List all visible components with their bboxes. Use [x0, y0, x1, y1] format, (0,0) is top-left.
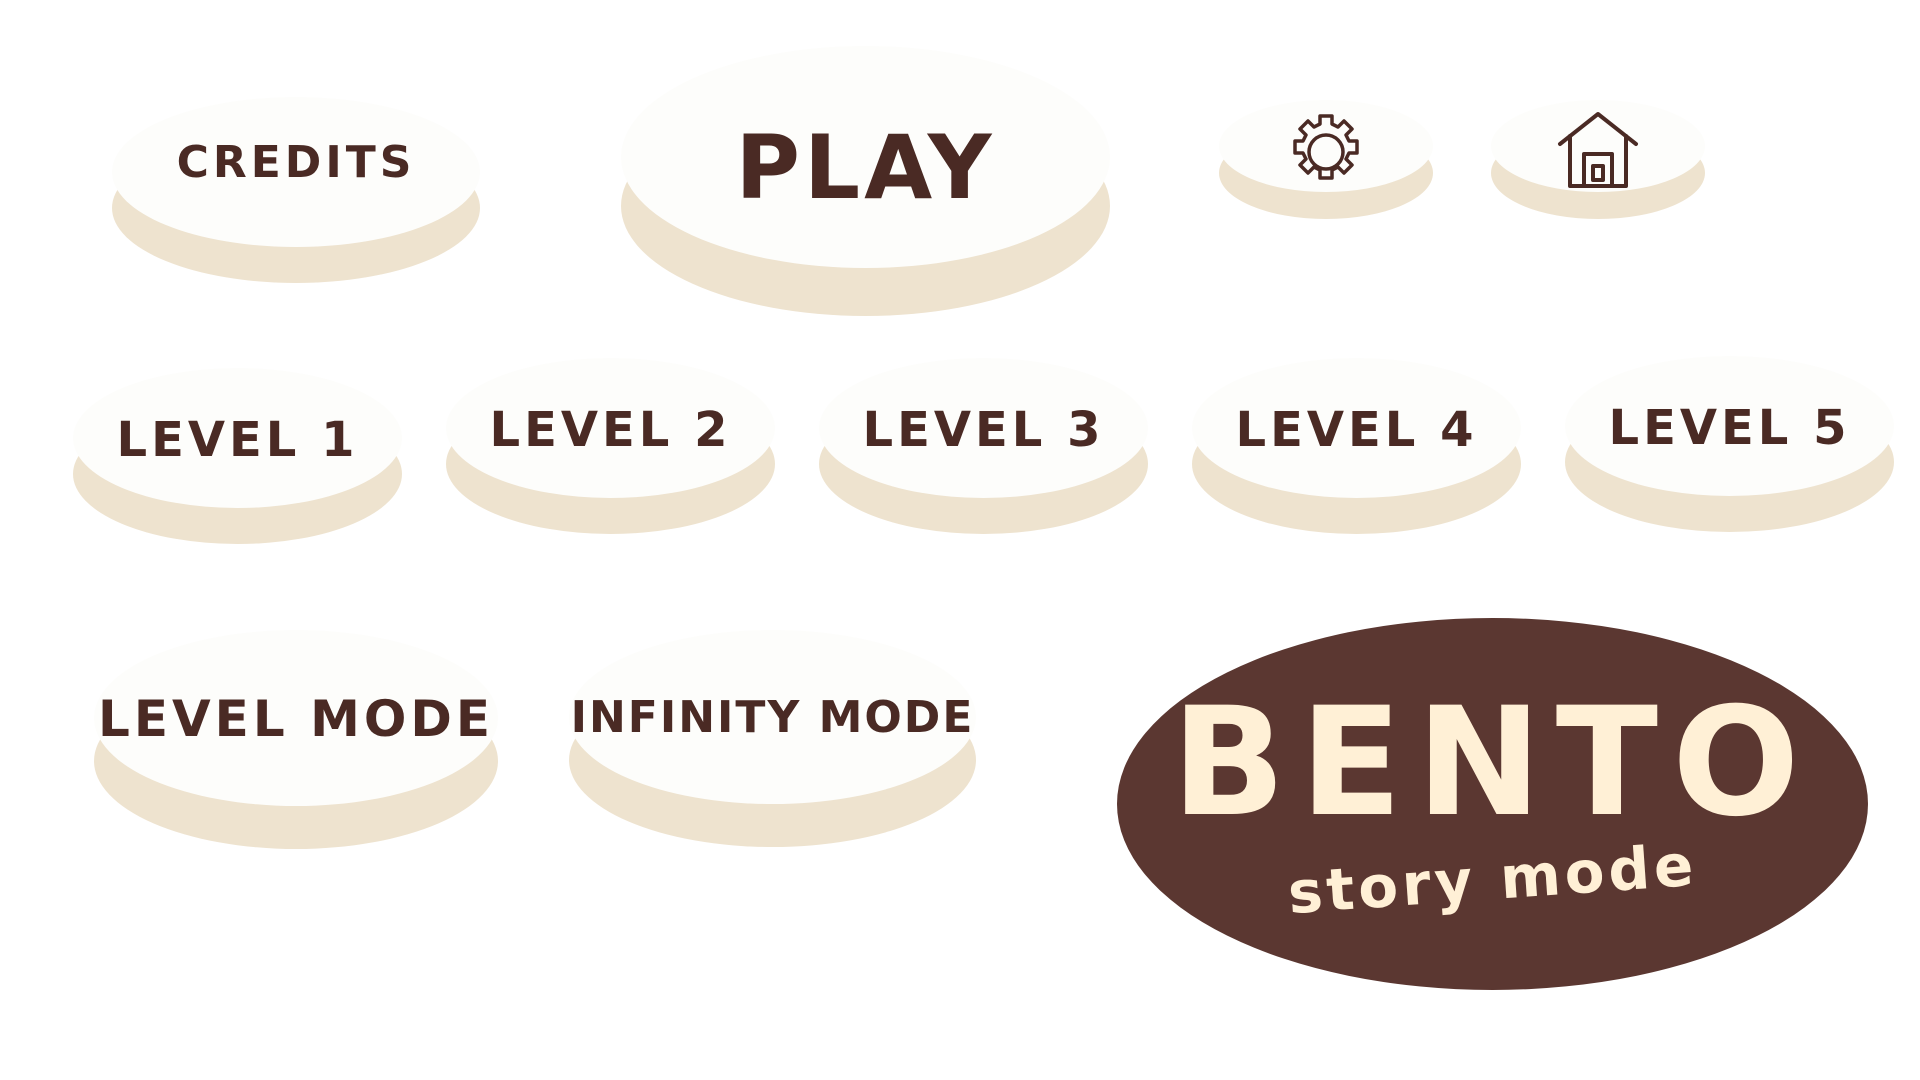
- credits-button[interactable]: CREDITS: [112, 97, 480, 283]
- level-1-label: LEVEL 1: [116, 412, 359, 468]
- credits-label: CREDITS: [176, 137, 416, 188]
- infinity-mode-label: INFINITY MODE: [570, 692, 975, 743]
- level-4-label: LEVEL 4: [1235, 402, 1478, 458]
- gear-icon: [1293, 114, 1359, 180]
- bento-logo: BENTO story mode: [1117, 618, 1868, 990]
- level-3-button[interactable]: LEVEL 3: [819, 358, 1148, 534]
- level-2-button[interactable]: LEVEL 2: [446, 358, 775, 534]
- level-1-button[interactable]: LEVEL 1: [73, 368, 402, 544]
- play-label: PLAY: [735, 116, 996, 219]
- infinity-mode-button[interactable]: INFINITY MODE: [569, 630, 976, 847]
- level-2-label: LEVEL 2: [489, 402, 732, 458]
- level-mode-label: LEVEL MODE: [97, 690, 495, 748]
- level-5-label: LEVEL 5: [1608, 400, 1851, 456]
- game-menu-screen: CREDITS PLAY LEVEL 1 LEVEL 2 LEVEL 3 LEV…: [0, 0, 1920, 1080]
- play-button[interactable]: PLAY: [621, 46, 1110, 316]
- settings-button[interactable]: [1219, 100, 1433, 219]
- level-3-label: LEVEL 3: [862, 402, 1105, 458]
- logo-title: BENTO: [1171, 676, 1814, 850]
- level-mode-button[interactable]: LEVEL MODE: [94, 630, 498, 849]
- house-icon: [1558, 112, 1638, 188]
- level-4-button[interactable]: LEVEL 4: [1192, 358, 1521, 534]
- home-button[interactable]: [1491, 100, 1705, 219]
- level-5-button[interactable]: LEVEL 5: [1565, 356, 1894, 532]
